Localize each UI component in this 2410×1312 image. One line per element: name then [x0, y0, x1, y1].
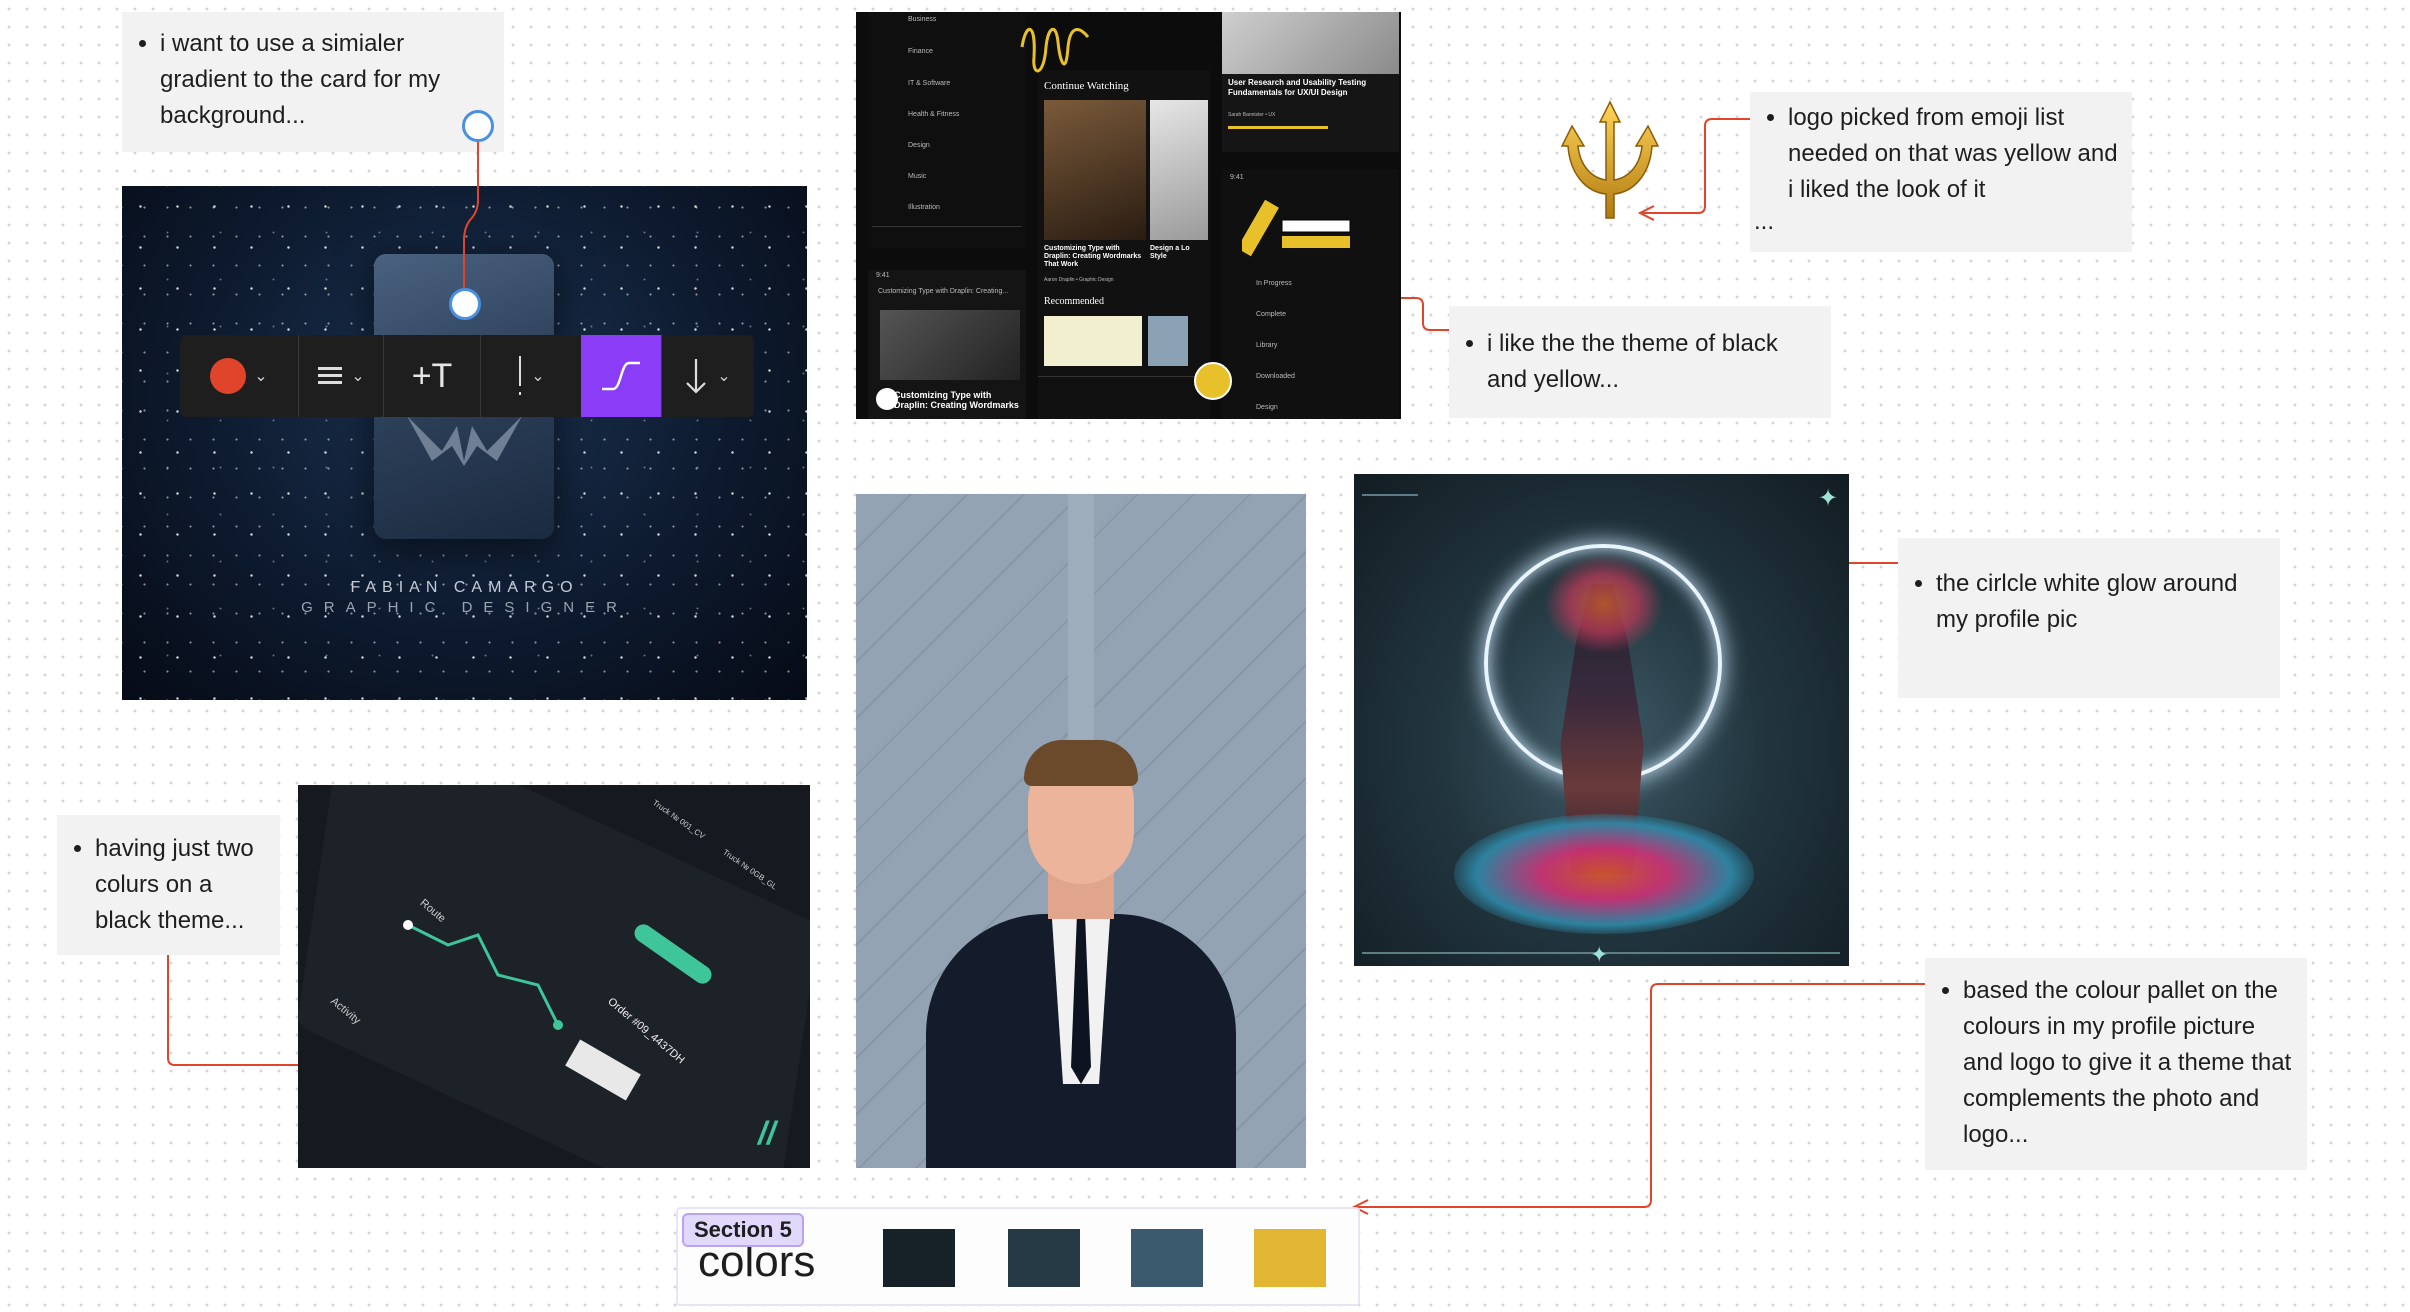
curved-connector-icon: [602, 361, 640, 391]
yellow-avatar: [1194, 362, 1232, 400]
sparkle-icon: ✦: [1590, 942, 1609, 966]
ux-thumbnail: [1222, 12, 1399, 74]
course-author: Aaron Draplin • Graphic Design: [1044, 277, 1114, 283]
curved-connector-button[interactable]: [581, 335, 661, 417]
menu-item: Illustration: [908, 204, 940, 211]
recommended-heading: Recommended: [1044, 296, 1104, 307]
business-card-image[interactable]: FABIAN CAMARGO GRAPHIC DESIGNER ⌄ ⌄ +T ⌄…: [122, 186, 807, 700]
arrow-down-icon: [686, 359, 707, 394]
learning-app-mockup-image[interactable]: Business Finance IT & Software Health & …: [856, 12, 1401, 419]
recommended-thumbnail: [1148, 316, 1188, 366]
add-text-icon: +T: [411, 356, 453, 395]
card-role: GRAPHIC DESIGNER: [301, 599, 628, 616]
connector-toolbar: ⌄ ⌄ +T ⌄ ⌄: [180, 335, 754, 417]
divider: [872, 226, 1022, 227]
menu-item: Business: [908, 16, 937, 23]
note-text: i like the the theme of black and yellow…: [1487, 326, 1817, 398]
trident-emoji-icon[interactable]: [1548, 100, 1672, 224]
smoke-top: [1544, 554, 1664, 654]
line-weight-button[interactable]: ⌄: [481, 335, 581, 417]
menu-lines-icon: [318, 367, 343, 384]
chevron-down-icon: ⌄: [254, 368, 268, 385]
green-slash-logo-icon: //: [758, 1115, 776, 1151]
sticky-note-two-colors[interactable]: having just two colurs on a black theme.…: [57, 815, 280, 955]
home-phone: Continue Watching Customizing Type with …: [1038, 70, 1210, 419]
sticky-note-theme[interactable]: i like the the theme of black and yellow…: [1449, 306, 1831, 418]
ux-course-phone: User Research and Usability Testing Fund…: [1222, 12, 1399, 152]
section-colors[interactable]: colors Section 5: [676, 1207, 1360, 1306]
menu-item: Design: [908, 142, 930, 149]
library-item: Library: [1256, 342, 1278, 349]
note-ellipsis: ...: [1754, 208, 1775, 235]
color-swatch[interactable]: [1254, 1229, 1326, 1287]
sticky-note-gradient[interactable]: i want to use a simialer gradient to the…: [122, 12, 504, 152]
ux-course-author: Sarah Bannister • UX: [1228, 112, 1276, 118]
color-swatch[interactable]: [1131, 1229, 1203, 1287]
logistics-dashboard-image[interactable]: Route Activity Order #09_4437DH Truck № …: [298, 785, 810, 1168]
status-time: 9:41: [1230, 174, 1244, 181]
note-text: based the colour pallet on the colours i…: [1963, 973, 2293, 1153]
library-item: Complete: [1256, 311, 1286, 318]
video-header: Customizing Type with Draplin: Creating.…: [878, 288, 1009, 295]
truck-1-label: Truck № 001_CV: [650, 798, 707, 841]
color-swatch[interactable]: [883, 1229, 955, 1287]
sketch-thumbnail: [1150, 100, 1208, 240]
note-text: the cirlcle white glow around my profile…: [1936, 566, 2266, 638]
hair: [1024, 740, 1138, 786]
draplin-thumbnail: [1044, 100, 1146, 240]
menu-item: Finance: [908, 48, 933, 55]
connector-handle-bottom[interactable]: [449, 288, 481, 320]
library-item: In Progress: [1256, 280, 1292, 287]
video-caption: Customizing Type with Draplin: Creating …: [894, 390, 1019, 410]
stroke-style-button[interactable]: ⌄: [299, 335, 383, 417]
color-swatch[interactable]: [1008, 1229, 1080, 1287]
note-text: i want to use a simialer gradient to the…: [160, 26, 490, 134]
color-smoke: [1454, 814, 1754, 934]
chevron-down-icon: ⌄: [717, 368, 731, 385]
profile-art-image[interactable]: ✦ ✦: [1354, 474, 1849, 966]
menu-phone: Business Finance IT & Software Health & …: [868, 12, 1026, 248]
note-text: having just two colurs on a black theme.…: [95, 831, 266, 939]
frame-line: [1362, 494, 1418, 496]
library-item: Downloaded: [1256, 373, 1295, 380]
menu-item: Health & Fitness: [908, 111, 960, 118]
sparkle-icon: ✦: [1818, 485, 1839, 512]
library-phone: 9:41 In Progress Complete Library Downlo…: [1222, 170, 1399, 419]
sticky-note-palette[interactable]: based the colour pallet on the colours i…: [1925, 958, 2307, 1170]
arrow-end-button[interactable]: ⌄: [662, 335, 752, 417]
add-text-button[interactable]: +T: [384, 335, 480, 417]
note-text: logo picked from emoji list needed on th…: [1788, 100, 2118, 208]
portrait-photo[interactable]: [856, 494, 1306, 1168]
divider: [1038, 376, 1210, 377]
sticky-note-glow[interactable]: the cirlcle white glow around my profile…: [1898, 538, 2280, 698]
yellow-scribble-icon: [1020, 27, 1090, 73]
chevron-down-icon: ⌄: [351, 368, 365, 385]
progress-bar: [1228, 126, 1328, 129]
pencils-illustration-icon: [1242, 199, 1351, 257]
connector-line: [1354, 983, 1928, 1208]
ux-course-title: User Research and Usability Testing Fund…: [1228, 78, 1367, 97]
menu-item: Music: [908, 173, 927, 180]
video-thumbnail: [880, 310, 1020, 380]
card-name: FABIAN CAMARGO: [350, 579, 579, 596]
course-2-title: Design a Lo Style: [1150, 245, 1190, 260]
color-picker-button[interactable]: ⌄: [180, 335, 298, 417]
course-title: Customizing Type with Draplin: Creating …: [1044, 245, 1142, 268]
sticky-note-logo[interactable]: logo picked from emoji list needed on th…: [1750, 92, 2132, 252]
line-weight-icon: [519, 356, 522, 395]
section-tag[interactable]: Section 5: [682, 1213, 804, 1247]
video-phone: 9:41 Customizing Type with Draplin: Crea…: [868, 270, 1026, 419]
connector-handle-top[interactable]: [462, 110, 494, 142]
chevron-down-icon: ⌄: [531, 368, 545, 385]
play-icon: [876, 388, 898, 410]
recommended-thumbnail: [1044, 316, 1142, 366]
status-time: 9:41: [876, 272, 890, 279]
menu-item: IT & Software: [908, 80, 951, 87]
library-item: Design: [1256, 404, 1278, 411]
color-dot-icon: [210, 358, 247, 394]
